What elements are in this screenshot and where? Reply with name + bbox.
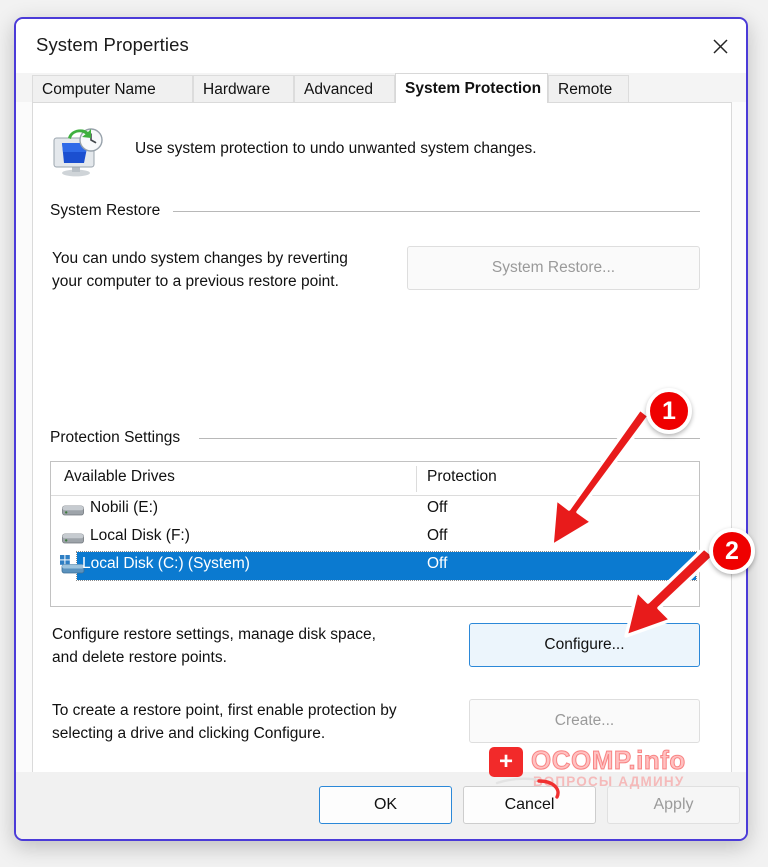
tab-advanced[interactable]: Advanced — [294, 75, 395, 102]
panel-header: Use system protection to undo unwanted s… — [50, 126, 700, 188]
drive-name: Local Disk (F:) — [90, 527, 190, 544]
apply-button[interactable]: Apply — [607, 786, 740, 824]
panel-header-text: Use system protection to undo unwanted s… — [135, 140, 537, 157]
close-icon — [712, 38, 728, 54]
system-restore-monitor-icon — [53, 128, 103, 177]
drive-protection-state: Off — [427, 555, 448, 572]
protection-settings-group-rule — [199, 438, 700, 439]
hard-drive-icon — [62, 505, 84, 516]
close-button[interactable] — [694, 19, 746, 73]
ok-button[interactable]: OK — [319, 786, 452, 824]
tab-hardware[interactable]: Hardware — [193, 75, 294, 102]
tab-computer-name[interactable]: Computer Name — [32, 75, 193, 102]
column-divider — [416, 466, 417, 492]
drive-name: Nobili (E:) — [90, 499, 159, 516]
system-restore-description: You can undo system changes by reverting… — [52, 250, 348, 290]
configure-button[interactable]: Configure... — [469, 623, 700, 667]
system-restore-group-rule — [173, 211, 700, 212]
column-header-protection: Protection — [427, 468, 497, 485]
tab-strip: Computer Name Hardware Advanced System P… — [16, 73, 746, 103]
configure-description: Configure restore settings, manage disk … — [52, 626, 376, 666]
drive-protection-state: Off — [427, 527, 448, 544]
drive-name: Local Disk (C:) (System) — [82, 555, 250, 572]
table-row-selected[interactable]: Local Disk (C:) (System) Off — [60, 551, 697, 581]
window-title: System Properties — [36, 34, 189, 55]
tab-system-protection[interactable]: System Protection — [395, 73, 548, 103]
system-restore-group-label: System Restore — [50, 202, 169, 220]
available-drives-list[interactable]: Available Drives Protection Nobili (E:) … — [50, 461, 700, 607]
table-row[interactable]: Local Disk (F:) Off — [51, 524, 699, 552]
drives-list-header: Available Drives Protection — [51, 462, 699, 496]
cancel-button[interactable]: Cancel — [463, 786, 596, 824]
dialog-command-bar: OK Cancel Apply — [16, 772, 746, 839]
hard-drive-icon — [62, 533, 84, 544]
tab-remote[interactable]: Remote — [548, 75, 629, 102]
system-protection-panel: Use system protection to undo unwanted s… — [32, 102, 732, 776]
system-properties-window: System Properties Computer Name Hardware… — [14, 17, 748, 841]
drive-protection-state: Off — [427, 499, 448, 516]
title-bar: System Properties — [16, 19, 746, 73]
create-description: To create a restore point, first enable … — [52, 702, 397, 742]
create-restore-point-button[interactable]: Create... — [469, 699, 700, 743]
table-row[interactable]: Nobili (E:) Off — [51, 496, 699, 524]
system-restore-button[interactable]: System Restore... — [407, 246, 700, 290]
protection-settings-group-label: Protection Settings — [50, 429, 189, 447]
column-header-available-drives: Available Drives — [64, 468, 175, 485]
